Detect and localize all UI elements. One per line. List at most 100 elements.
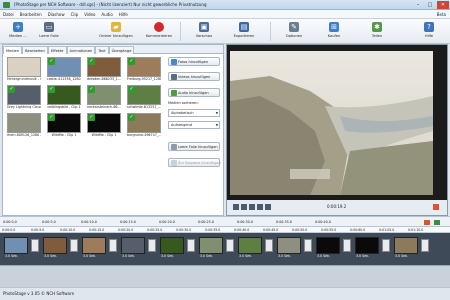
media-thumbnail: ✓ bbox=[87, 57, 121, 77]
zoom-in-icon[interactable] bbox=[424, 220, 430, 225]
transition-icon[interactable] bbox=[343, 239, 351, 252]
media-item[interactable]: ✓ neckarsteinach-66... - Clip 1 bbox=[87, 85, 121, 109]
tab-effekte[interactable]: Effekte bbox=[47, 46, 67, 54]
media-item[interactable]: ✓ burgruine-496747_... - Clip 1 bbox=[127, 113, 161, 137]
share-button[interactable]: ✱ Teilen bbox=[364, 21, 390, 43]
media-item[interactable]: Hintergrundmusik - Clip 1 bbox=[7, 57, 41, 81]
media-caption: Hintergrundmusik - Clip 1 bbox=[7, 77, 41, 81]
media-item[interactable]: ✓ ceiblingsbild - Clip 1 bbox=[47, 85, 81, 109]
timeline-clip[interactable] bbox=[199, 237, 223, 254]
checkmark-icon: ✓ bbox=[88, 114, 95, 121]
transition-icon[interactable] bbox=[226, 239, 234, 252]
transition-icon[interactable] bbox=[109, 239, 117, 252]
media-item[interactable]: ✓ castle-411336_1280 - Clip 1 bbox=[47, 57, 81, 81]
menu-video[interactable]: Video bbox=[81, 10, 98, 19]
timeline-clip[interactable] bbox=[316, 237, 340, 254]
timeline-clip[interactable] bbox=[121, 237, 145, 254]
help-icon: ? bbox=[424, 22, 434, 32]
scrub-bar[interactable]: 0:00:0.0 0:00:5.0 0:00:10.0 0:00:15.0 0:00:2… bbox=[0, 216, 450, 227]
close-button[interactable]: ✕ bbox=[437, 1, 449, 9]
menu-diashow[interactable]: Diashow bbox=[45, 10, 68, 19]
tab-bar: Medien Bearbeiten Effekte Animationen Text Üb… bbox=[3, 45, 223, 54]
timeline-clip[interactable] bbox=[160, 237, 184, 254]
menu-hilfe[interactable]: Hilfe bbox=[116, 10, 131, 19]
media-item[interactable]: ✓ Wildfile - Clip 1 bbox=[47, 113, 81, 137]
help-label: Hilfe bbox=[424, 34, 434, 38]
add-folder-label: Ordner hinzufügen bbox=[99, 34, 133, 38]
transition-icon[interactable] bbox=[421, 239, 429, 252]
ruler-time-label: 0:00:60.0 bbox=[350, 227, 366, 232]
previous-icon[interactable] bbox=[249, 204, 255, 210]
menu-datei[interactable]: Datei bbox=[0, 10, 17, 19]
zoom-out-icon[interactable] bbox=[434, 220, 440, 225]
transition-icon[interactable] bbox=[265, 239, 273, 252]
help-button[interactable]: ? Hilfe bbox=[418, 21, 440, 43]
tab-bearbeiten[interactable]: Bearbeiten bbox=[22, 46, 48, 54]
transition-icon[interactable] bbox=[382, 239, 390, 252]
options-button[interactable]: ✎ Optionen bbox=[280, 21, 308, 43]
buy-icon: ⊞ bbox=[329, 22, 339, 32]
checkmark-icon: ✓ bbox=[8, 86, 15, 93]
add-blank-slide-button[interactable]: Leere Folie hinzufügen bbox=[168, 142, 220, 151]
timeline-clip[interactable] bbox=[238, 237, 262, 254]
preview-button[interactable]: ▣ Vorschau bbox=[190, 21, 218, 43]
menu-clip[interactable]: Clip bbox=[68, 10, 82, 19]
sort-order-select[interactable]: Aufsteigend ▼ bbox=[168, 121, 220, 129]
timecode: 0:00:19.2 bbox=[327, 204, 347, 209]
menu-bearbeiten[interactable]: Bearbeiten bbox=[17, 10, 45, 19]
checkmark-icon: ✓ bbox=[128, 114, 135, 121]
maximize-button[interactable]: □ bbox=[424, 1, 436, 9]
media-item[interactable]: ✓ schwimbr-613257_... - Clip 1 bbox=[127, 85, 161, 109]
media-item[interactable]: ✓ Freiburg-95217_1280 - Clip 1 bbox=[127, 57, 161, 81]
timeline-clip[interactable] bbox=[277, 237, 301, 254]
transition-icon[interactable] bbox=[148, 239, 156, 252]
add-media-button[interactable]: + Medien ... bbox=[6, 21, 30, 43]
checkmark-icon: ✓ bbox=[48, 58, 55, 65]
scrub-time-label: 0:00:35.0 bbox=[276, 220, 292, 224]
chevron-down-icon: ▼ bbox=[215, 111, 218, 115]
transition-icon[interactable] bbox=[31, 239, 39, 252]
end-icon[interactable] bbox=[265, 204, 271, 210]
add-folder-button[interactable]: ▰ Ordner hinzufügen bbox=[96, 21, 136, 43]
add-videos-button[interactable]: Videos hinzufügen bbox=[168, 72, 220, 81]
timeline-clip[interactable] bbox=[43, 237, 67, 254]
sort-by-value: Alphabetisch bbox=[171, 111, 194, 115]
stop-icon[interactable] bbox=[241, 204, 247, 210]
tab-uebergaenge[interactable]: Übergänge bbox=[108, 46, 135, 54]
media-item[interactable]: ✓ Grey Lightning Cloud - Clip 1 bbox=[7, 85, 41, 109]
transition-icon[interactable] bbox=[70, 239, 78, 252]
tab-animationen[interactable]: Animationen bbox=[66, 46, 96, 54]
add-audio-button[interactable]: Audio hinzufügen bbox=[168, 88, 220, 97]
timeline-clip[interactable] bbox=[394, 237, 418, 254]
add-to-sequence-button[interactable]: Zur Sequenz hinzufügen bbox=[168, 158, 221, 167]
timeline-clip[interactable] bbox=[4, 237, 28, 254]
ruler-time-label: 0:00:10.0 bbox=[60, 227, 76, 232]
sort-by-select[interactable]: Alphabetisch ▼ bbox=[168, 109, 220, 117]
media-thumbnail: ✓ bbox=[127, 85, 161, 105]
next-icon[interactable] bbox=[257, 204, 263, 210]
play-icon[interactable] bbox=[233, 204, 239, 210]
fullscreen-icon[interactable] bbox=[433, 204, 439, 210]
clip-duration: 3.0 Sek. bbox=[122, 254, 135, 258]
timeline-clip[interactable] bbox=[82, 237, 106, 254]
tab-text[interactable]: Text bbox=[95, 46, 109, 54]
tab-medien[interactable]: Medien bbox=[3, 46, 23, 54]
media-item[interactable]: rhein-809126_1280 - Clip 1 bbox=[7, 113, 41, 137]
blank-slide-button[interactable]: ▭ Leere Folie bbox=[34, 21, 64, 43]
audio-track[interactable] bbox=[0, 265, 450, 287]
ruler-time-label: 0:00:25.0 bbox=[147, 227, 163, 232]
ruler-time-label: 0:00:40.0 bbox=[234, 227, 250, 232]
minimize-button[interactable]: – bbox=[412, 1, 424, 9]
export-button[interactable]: ▤ Exportieren bbox=[228, 21, 260, 43]
media-item[interactable]: ✓ Wildfile - Clip 1 bbox=[87, 113, 121, 137]
add-photos-button[interactable]: Fotos hinzufügen bbox=[168, 57, 220, 66]
ruler-time-label: 0:00:55.0 bbox=[321, 227, 337, 232]
transition-icon[interactable] bbox=[187, 239, 195, 252]
media-item[interactable]: ✓ dresden-866233_1... - Clip 1 bbox=[87, 57, 121, 81]
menu-audio[interactable]: Audio bbox=[98, 10, 115, 19]
buy-button[interactable]: ⊞ Kaufen bbox=[320, 21, 348, 43]
transition-icon[interactable] bbox=[304, 239, 312, 252]
timeline-clip[interactable] bbox=[355, 237, 379, 254]
blank-slide-label: Leere Folie bbox=[39, 34, 59, 38]
narrate-button[interactable]: Kommentieren bbox=[143, 21, 175, 43]
